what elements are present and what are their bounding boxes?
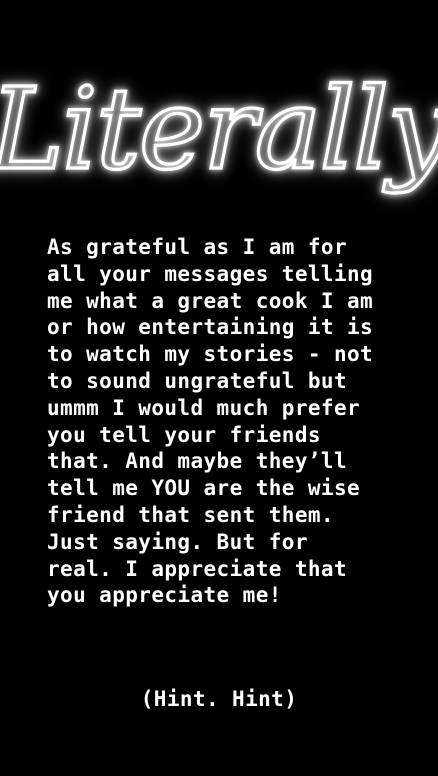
body-line: friend that sent them. (47, 502, 334, 527)
body-line: you tell your friends (47, 422, 321, 447)
body-line: to sound ungrateful but (47, 368, 347, 393)
body-line: me what a great cook I am (47, 288, 374, 313)
headline-text: Literally (0, 65, 438, 195)
body-line: ummm I would much prefer (47, 395, 361, 420)
story-body-text: As grateful as I am for all your messages… (47, 234, 417, 609)
body-line: or how entertaining it is (47, 315, 374, 340)
body-line: all your messages telling (47, 261, 374, 286)
body-line: tell me YOU are the wise (47, 476, 361, 501)
story-canvas: Literally As grateful as I am for all you… (0, 0, 438, 776)
body-line: that. And maybe they’ll (47, 449, 347, 474)
body-line: to watch my stories - not (47, 342, 374, 367)
neon-headline: Literally (0, 58, 438, 218)
story-footer-text: (Hint. Hint) (140, 687, 298, 711)
body-line: real. I appreciate that (47, 556, 347, 581)
body-line: you appreciate me! (47, 583, 282, 608)
body-line: Just saying. But for (47, 529, 308, 554)
body-line: As grateful as I am for (47, 235, 347, 259)
neon-headline-graphic: Literally (0, 63, 438, 196)
